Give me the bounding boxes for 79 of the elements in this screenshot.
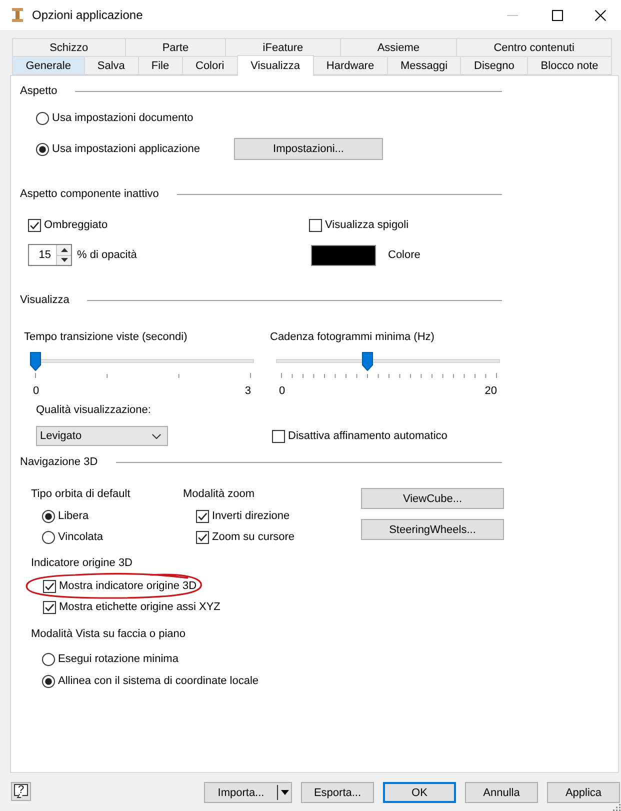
- radio-button[interactable]: [42, 530, 55, 544]
- checkbox-label: Mostra indicatore origine 3D: [59, 580, 197, 592]
- section-heading: Aspetto componente inattivo: [20, 187, 159, 202]
- cancel-button[interactable]: Annulla: [465, 782, 538, 803]
- down-arrow-icon: [60, 258, 68, 262]
- slider-min-label: 0: [279, 384, 286, 398]
- slider-thumb[interactable]: [362, 352, 373, 371]
- slider-max-label: 20: [484, 384, 497, 398]
- close-icon: [595, 10, 606, 20]
- checkbox-label: Zoom su cursore: [212, 531, 295, 543]
- color-swatch[interactable]: [311, 244, 376, 266]
- radio-label: Usa impostazioni applicazione: [52, 143, 200, 155]
- radio-label: Libera: [58, 510, 89, 522]
- steering-wheels-button[interactable]: SteeringWheels...: [361, 519, 504, 540]
- viewcube-button[interactable]: ViewCube...: [361, 488, 504, 509]
- checkbox[interactable]: [309, 218, 322, 232]
- section-heading: Visualizza: [20, 293, 70, 308]
- ok-button[interactable]: OK: [383, 782, 456, 803]
- group-heading: Indicatore origine 3D: [31, 556, 133, 571]
- slider-track[interactable]: [276, 352, 500, 372]
- dropdown-arrow-icon: [280, 790, 288, 795]
- window-title: Opzioni applicazione: [32, 8, 143, 22]
- field-label: Qualità visualizzazione:: [36, 403, 151, 418]
- section-heading: Aspetto: [20, 84, 58, 99]
- slider-label: Tempo transizione viste (secondi): [24, 330, 188, 345]
- checkbox[interactable]: [28, 218, 41, 232]
- i-beam-icon: [12, 8, 23, 22]
- slider-track[interactable]: [30, 352, 254, 372]
- radio-button[interactable]: [36, 142, 49, 156]
- export-button[interactable]: Esporta...: [301, 782, 374, 803]
- checkbox[interactable]: [272, 430, 285, 442]
- radio-button[interactable]: [42, 674, 55, 688]
- group-heading: Modalità Vista su faccia o piano: [31, 627, 186, 642]
- checkbox[interactable]: [196, 530, 209, 544]
- section-heading: Navigazione 3D: [20, 455, 98, 470]
- slider-min-label: 0: [33, 384, 40, 398]
- radio-label: Allinea con il sistema di coordinate locale: [58, 675, 259, 687]
- radio-button[interactable]: [42, 652, 55, 666]
- tab[interactable]: Visualizza: [236, 55, 314, 76]
- import-button[interactable]: Importa...: [204, 782, 292, 803]
- radio-button[interactable]: [36, 112, 49, 124]
- minimize-icon: [506, 14, 518, 16]
- quality-dropdown[interactable]: Levigato: [36, 426, 168, 446]
- checkbox[interactable]: [196, 510, 209, 522]
- radio-label: Usa impostazioni documento: [52, 112, 194, 124]
- resize-grip-icon[interactable]: [613, 804, 621, 811]
- tab[interactable]: Assieme: [340, 38, 458, 57]
- checkbox-label: Inverti direzione: [212, 510, 290, 522]
- checkbox[interactable]: [43, 580, 56, 592]
- checkbox-label: Visualizza spigoli: [325, 219, 409, 231]
- group-heading: Tipo orbita di default: [31, 487, 130, 502]
- apply-button[interactable]: Applica: [547, 782, 620, 803]
- spin-up-button[interactable]: [57, 245, 71, 254]
- checkbox-label: Mostra etichette origine assi XYZ: [59, 601, 220, 613]
- opacity-spinbox[interactable]: 15: [28, 244, 72, 266]
- slider-thumb[interactable]: [30, 352, 41, 371]
- tab[interactable]: Centro contenuti: [456, 38, 612, 57]
- radio-label: Vincolata: [58, 531, 104, 543]
- slider-label: Cadenza fotogrammi minima (Hz): [270, 330, 434, 345]
- slider-max-label: 3: [244, 384, 251, 398]
- field-label: % di opacità: [77, 249, 137, 261]
- tab[interactable]: Blocco note: [527, 57, 612, 75]
- radio-label: Esegui rotazione minima: [58, 653, 178, 665]
- radio-button[interactable]: [42, 510, 55, 522]
- group-heading: Modalità zoom: [183, 487, 255, 502]
- chevron-down-icon: [152, 434, 161, 438]
- spin-down-button[interactable]: [57, 254, 71, 265]
- tab[interactable]: Parte: [124, 38, 226, 57]
- settings-button[interactable]: Impostazioni...: [234, 138, 383, 160]
- checkbox-label: Ombreggiato: [44, 219, 108, 231]
- maximize-icon: [552, 10, 562, 20]
- checkbox[interactable]: [43, 600, 56, 614]
- checkbox-label: Disattiva affinamento automatico: [288, 430, 448, 442]
- up-arrow-icon: [60, 248, 68, 252]
- field-label: Colore: [388, 249, 420, 261]
- help-button[interactable]: ?: [11, 782, 31, 801]
- tab[interactable]: Generale: [12, 57, 85, 75]
- tab[interactable]: iFeature: [225, 38, 341, 57]
- tab[interactable]: Schizzo: [12, 38, 126, 57]
